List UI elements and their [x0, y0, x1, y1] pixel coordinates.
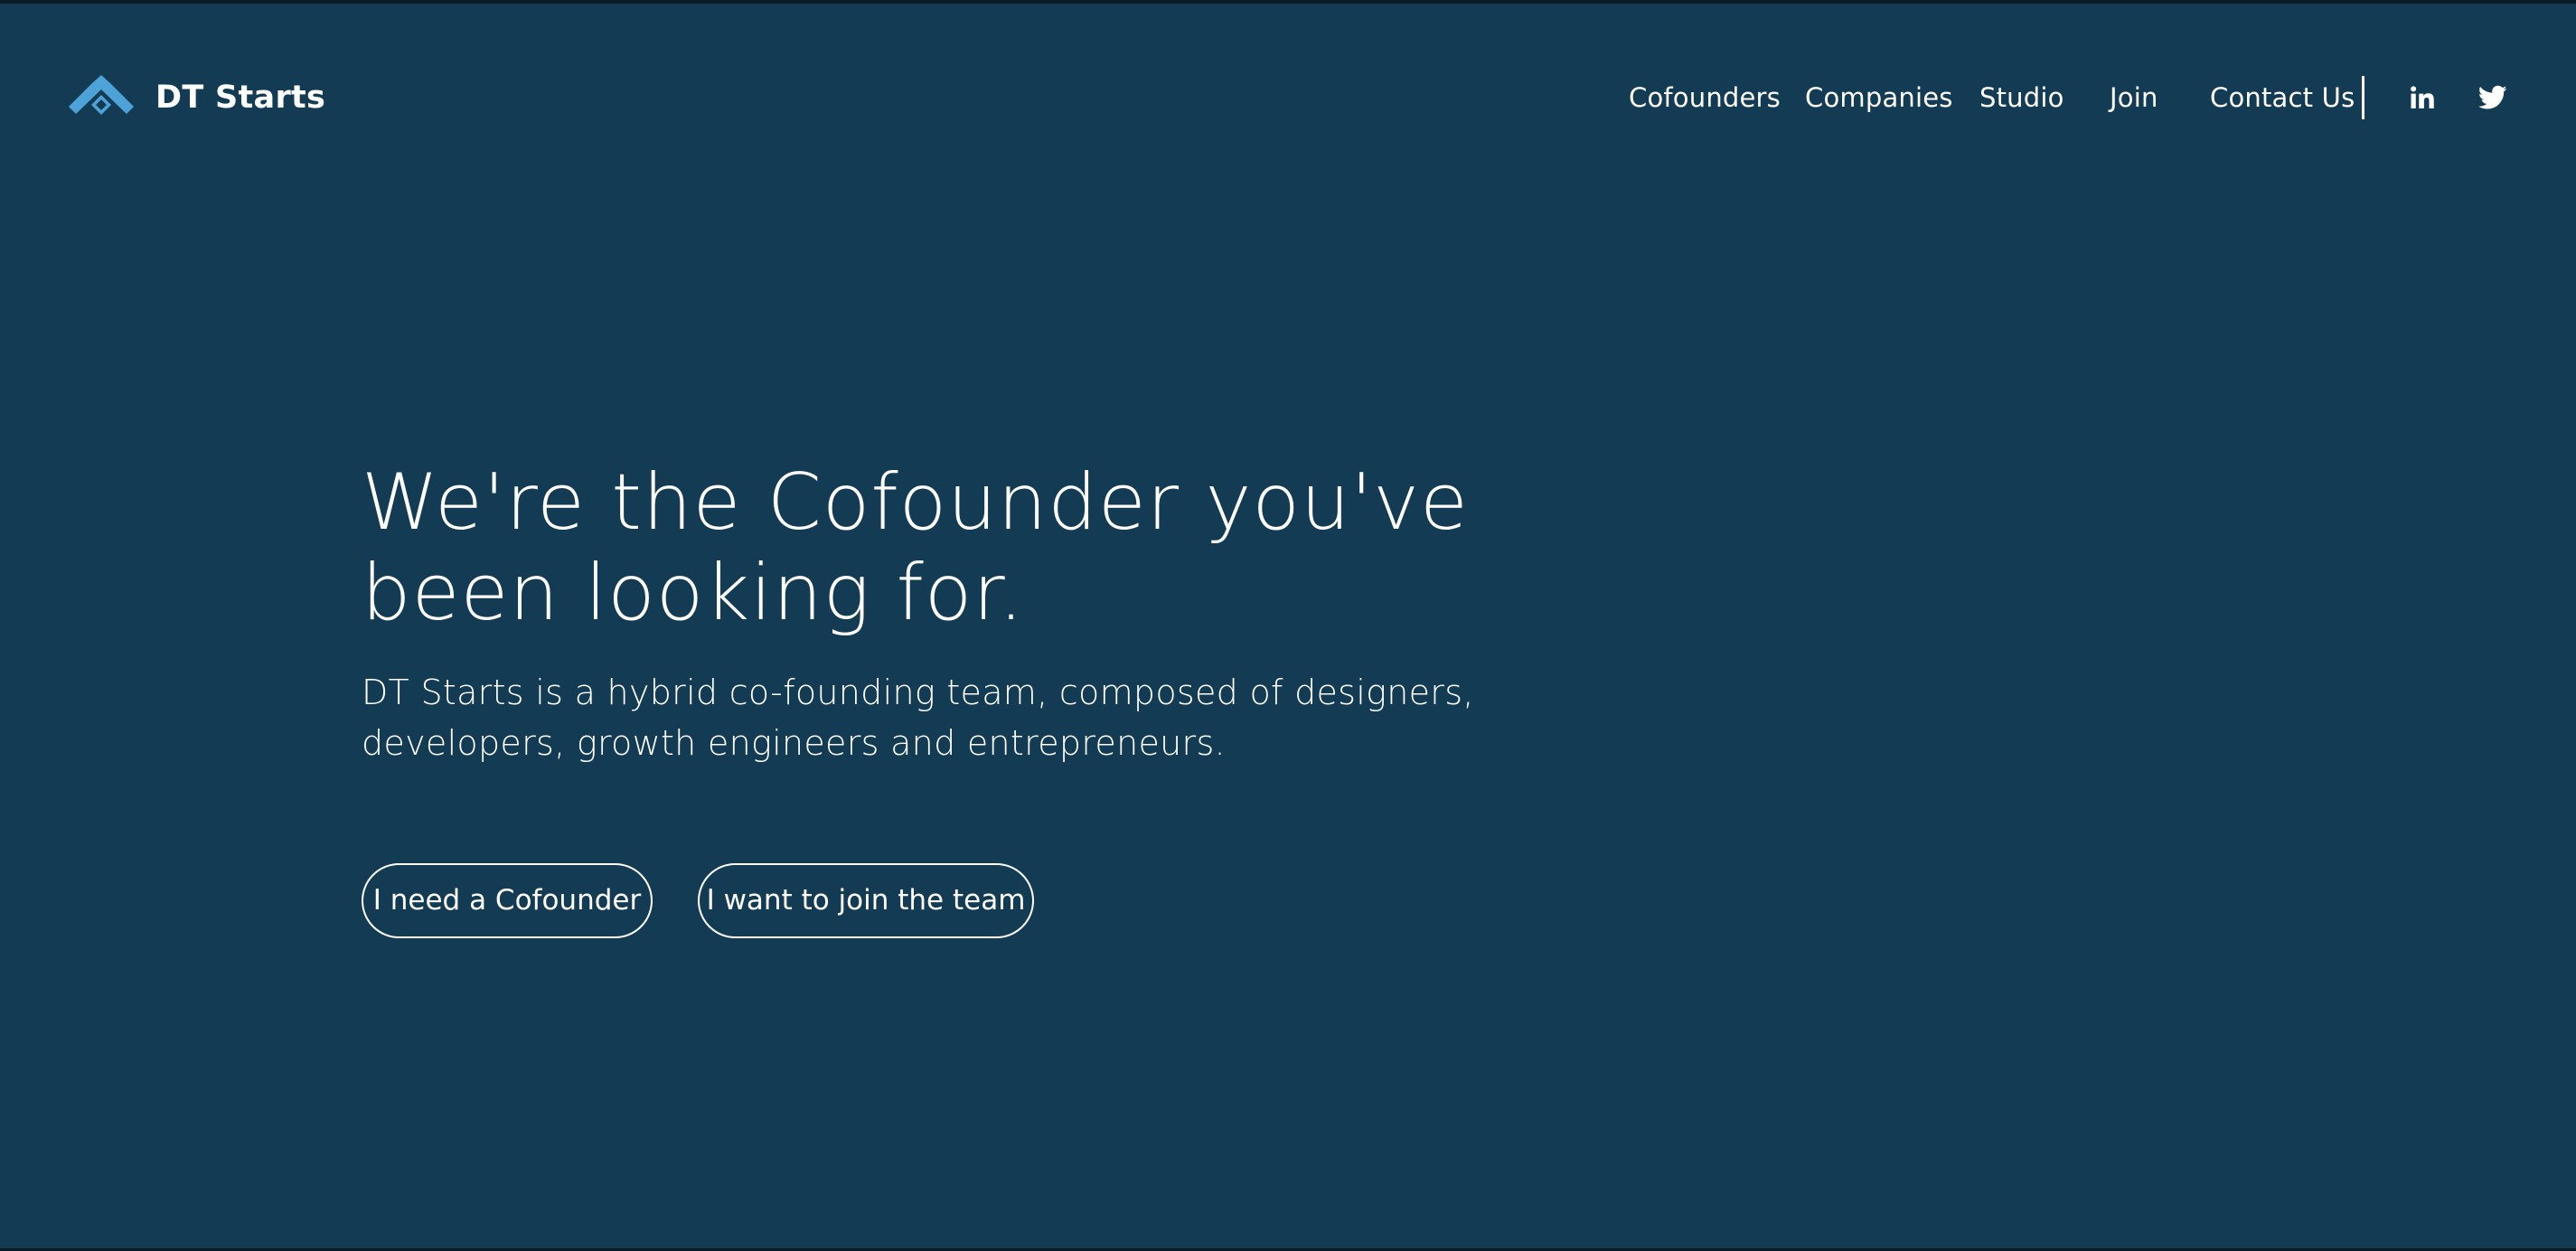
twitter-link[interactable]	[2475, 72, 2511, 123]
nav-item-companies[interactable]: Companies	[1805, 72, 1953, 123]
linkedin-icon	[2411, 86, 2434, 108]
hero-subtitle-line-1: DT Starts is a hybrid co-founding team, …	[362, 673, 1474, 712]
nav-item-contact-us[interactable]: Contact Us	[2210, 72, 2355, 123]
join-team-button[interactable]: I want to join the team	[698, 863, 1034, 938]
need-cofounder-button[interactable]: I need a Cofounder	[362, 863, 653, 938]
hero-title-line-2: been looking for.	[362, 548, 1025, 638]
hero-page: DT Starts Cofounders Companies Studio Jo…	[0, 0, 2576, 1251]
nav-divider	[2362, 76, 2364, 119]
nav-item-studio[interactable]: Studio	[1979, 72, 2064, 123]
twitter-icon	[2478, 85, 2507, 109]
linkedin-link[interactable]	[2404, 72, 2440, 123]
main-nav: Cofounders Companies Studio Join Contact…	[0, 72, 2576, 123]
hero-subtitle: DT Starts is a hybrid co-founding team, …	[362, 667, 1573, 768]
nav-item-join[interactable]: Join	[2110, 72, 2158, 123]
hero-title-line-1: We're the Cofounder you've	[362, 457, 1469, 548]
hero-title: We're the Cofounder you've been looking …	[362, 457, 1627, 638]
hero-subtitle-line-2: developers, growth engineers and entrepr…	[362, 723, 1226, 763]
nav-item-cofounders[interactable]: Cofounders	[1629, 72, 1781, 123]
